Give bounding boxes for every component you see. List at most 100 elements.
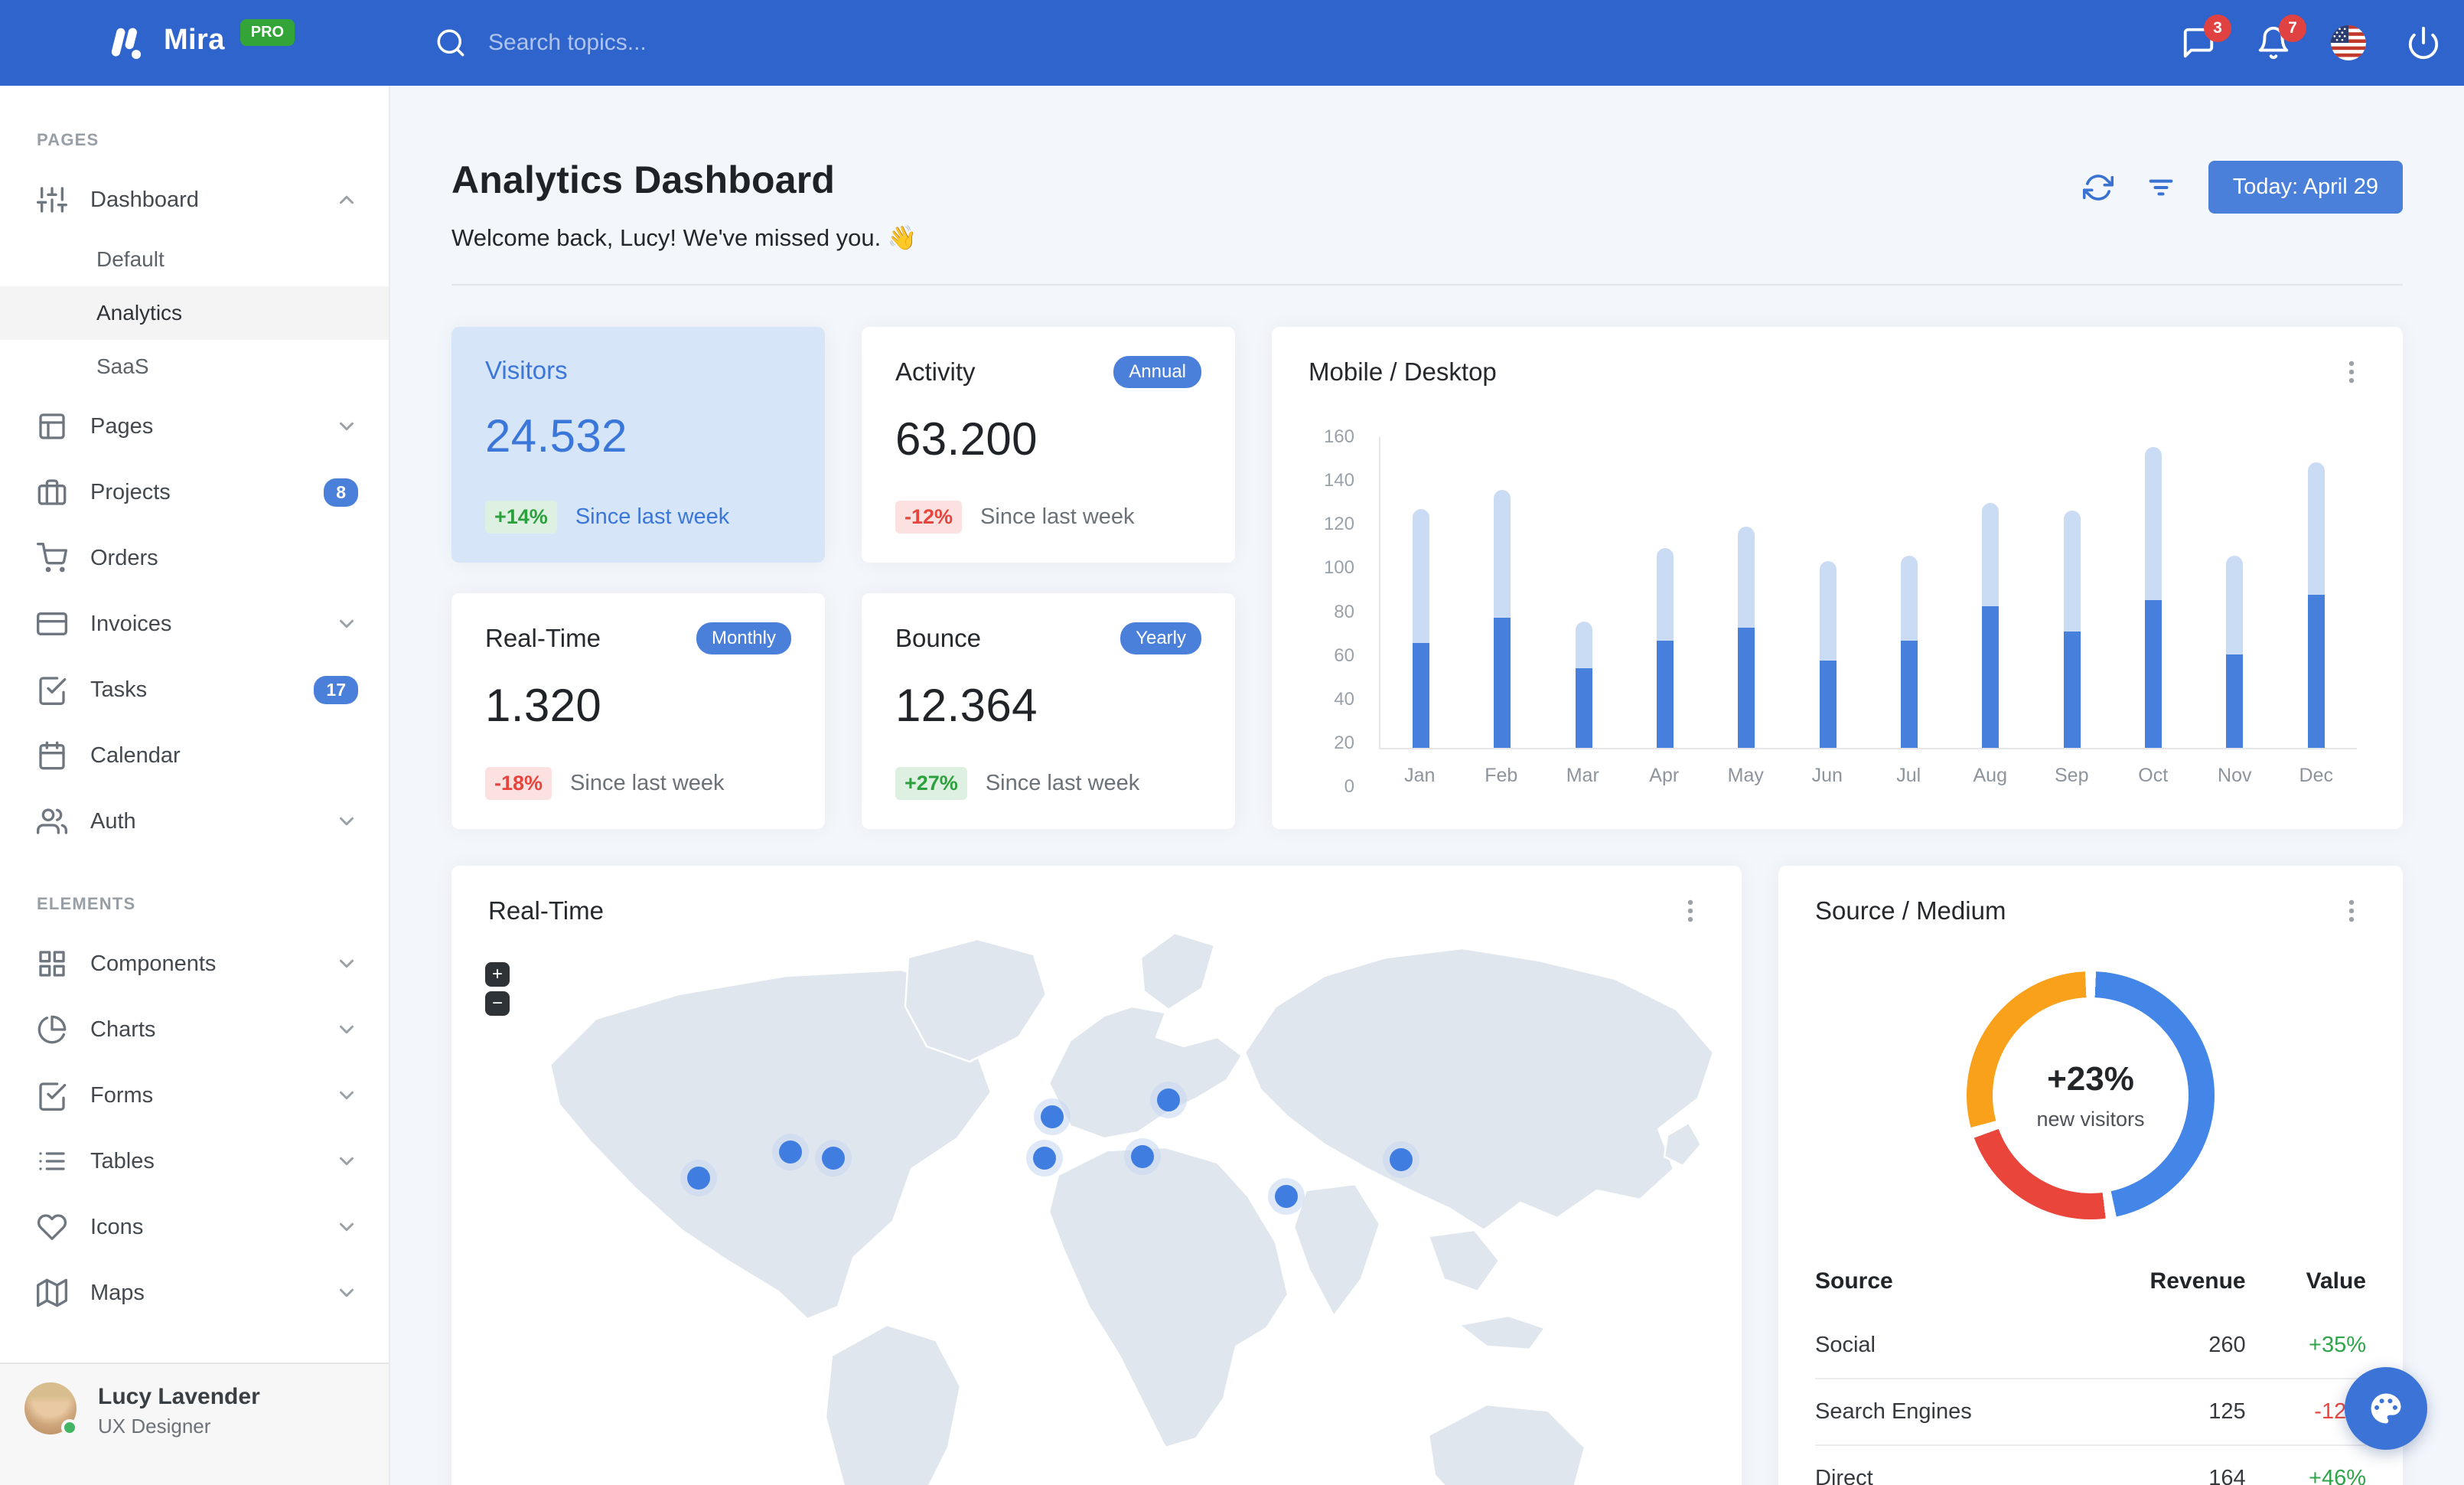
messages-button[interactable]: 3 bbox=[2181, 15, 2231, 60]
zoom-out-button[interactable]: − bbox=[485, 991, 510, 1016]
stat-value: 12.364 bbox=[895, 680, 1038, 731]
sidebar-item-projects[interactable]: Projects 8 bbox=[0, 459, 389, 525]
stat-delta-badge: +14% bbox=[485, 501, 557, 534]
map-landmass bbox=[549, 932, 1715, 1485]
bar-chart-x-axis: Jan Feb Mar Apr May Jun Jul Aug Sep Oct Nov Dec bbox=[1404, 765, 2333, 786]
sidebar-item-components[interactable]: Components bbox=[0, 931, 389, 997]
date-range-button[interactable]: Today: April 29 bbox=[2208, 161, 2403, 214]
user-role: UX Designer bbox=[98, 1415, 211, 1438]
sidebar-user-footer[interactable]: Lucy Lavender UX Designer bbox=[0, 1363, 389, 1485]
sidebar-item-tasks[interactable]: Tasks 17 bbox=[0, 657, 389, 723]
more-vertical-icon[interactable] bbox=[1676, 896, 1705, 925]
stat-value: 1.320 bbox=[485, 680, 602, 731]
credit-card-icon bbox=[37, 612, 67, 635]
table-row[interactable]: Social 260 +35% bbox=[1815, 1313, 2366, 1379]
sidebar-item-tables[interactable]: Tables bbox=[0, 1128, 389, 1194]
stat-title: Real-Time bbox=[485, 624, 601, 652]
layout-icon bbox=[39, 413, 65, 439]
chevron-down-icon bbox=[340, 422, 354, 431]
filter-icon[interactable] bbox=[2146, 172, 2176, 203]
realtime-stat-card: Real-Time Monthly 1.320 -18% Since last … bbox=[451, 593, 825, 829]
sidebar-item-auth[interactable]: Auth bbox=[0, 788, 389, 854]
sidebar-item-label: Orders bbox=[90, 545, 158, 570]
check-square-icon bbox=[39, 677, 67, 705]
source-table: Source Revenue Value Social 260 +35% Sea… bbox=[1815, 1256, 2366, 1485]
sidebar-subitem-default[interactable]: Default bbox=[0, 233, 389, 286]
column-header-value: Value bbox=[2306, 1268, 2366, 1294]
cell-source: Search Engines bbox=[1815, 1378, 2074, 1445]
more-vertical-icon[interactable] bbox=[2337, 357, 2366, 387]
projects-count-badge: 8 bbox=[324, 478, 358, 507]
stat-delta-badge: +27% bbox=[895, 767, 967, 800]
pro-badge: PRO bbox=[240, 19, 295, 46]
sidebar-item-label: Projects bbox=[90, 479, 171, 504]
brand[interactable]: Mira PRO bbox=[103, 19, 390, 67]
stat-title: Bounce bbox=[895, 624, 981, 652]
sidebar-item-label: Components bbox=[90, 951, 217, 976]
stat-caption: Since last week bbox=[570, 771, 725, 795]
tasks-count-badge: 17 bbox=[314, 675, 358, 704]
chart-title: Mobile / Desktop bbox=[1309, 357, 1497, 386]
sidebar: PAGES Dashboard Default Analytics SaaS P… bbox=[0, 86, 390, 1485]
stat-delta-badge: -18% bbox=[485, 767, 552, 800]
sidebar-item-label: Calendar bbox=[90, 742, 181, 768]
sidebar-item-calendar[interactable]: Calendar bbox=[0, 723, 389, 788]
us-flag-icon bbox=[2331, 25, 2366, 60]
bounce-stat-card: Bounce Yearly 12.364 +27% Since last wee… bbox=[862, 593, 1235, 829]
world-map[interactable] bbox=[451, 866, 1742, 1485]
sidebar-item-icons[interactable]: Icons bbox=[0, 1194, 389, 1260]
analytics-dashboard-app: Mira PRO 3 7 bbox=[0, 0, 2464, 1485]
sidebar-item-orders[interactable]: Orders bbox=[0, 525, 389, 591]
online-status-dot bbox=[61, 1419, 78, 1436]
language-flag-button[interactable] bbox=[2331, 25, 2366, 60]
map-title: Real-Time bbox=[488, 896, 604, 925]
bar-chart: 0 20 40 60 80 100 120 140 160 Jan Feb Mar Apr May Jun… bbox=[1324, 426, 2357, 797]
cell-revenue: 260 bbox=[2208, 1333, 2246, 1357]
mobile-desktop-chart-card: Mobile / Desktop 0 20 40 60 80 100 120 140 160 J… bbox=[1272, 327, 2403, 829]
sidebar-item-invoices[interactable]: Invoices bbox=[0, 591, 389, 657]
sidebar-item-pages[interactable]: Pages bbox=[0, 393, 389, 459]
page-title: Analytics Dashboard bbox=[451, 158, 836, 201]
sidebar-item-maps[interactable]: Maps bbox=[0, 1260, 389, 1326]
sidebar-item-label: Auth bbox=[90, 808, 136, 834]
period-badge[interactable]: Annual bbox=[1113, 356, 1201, 388]
sidebar-section-elements: ELEMENTS bbox=[37, 894, 136, 913]
theme-settings-fab[interactable] bbox=[2345, 1367, 2427, 1450]
realtime-map-card: Real-Time + − bbox=[451, 866, 1742, 1485]
visitors-stat-card: Visitors 24.532 +14% Since last week bbox=[451, 327, 825, 563]
period-badge[interactable]: Yearly bbox=[1120, 622, 1201, 654]
bar-chart-y-axis: 0 20 40 60 80 100 120 140 160 bbox=[1323, 426, 1354, 797]
sidebar-item-label: Tables bbox=[90, 1148, 155, 1173]
more-vertical-icon[interactable] bbox=[2337, 896, 2366, 925]
welcome-message: Welcome back, Lucy! We've missed you. 👋 bbox=[451, 224, 917, 251]
sidebar-item-forms[interactable]: Forms bbox=[0, 1062, 389, 1128]
sidebar-item-charts[interactable]: Charts bbox=[0, 997, 389, 1062]
avatar bbox=[24, 1382, 78, 1436]
chevron-down-icon bbox=[340, 1157, 354, 1166]
cell-revenue: 164 bbox=[2073, 1444, 2267, 1485]
top-navbar: Mira PRO 3 7 bbox=[0, 0, 2464, 86]
sidebar-item-dashboard[interactable]: Dashboard bbox=[0, 167, 389, 233]
stat-title: Activity bbox=[895, 357, 976, 386]
grid-icon bbox=[39, 951, 65, 977]
period-badge[interactable]: Monthly bbox=[696, 622, 791, 654]
stats-grid: Visitors 24.532 +14% Since last week Act… bbox=[451, 327, 2403, 829]
column-header-revenue: Revenue bbox=[2149, 1268, 2246, 1294]
stat-caption: Since last week bbox=[575, 504, 730, 529]
table-row[interactable]: Search Engines 125 -12% bbox=[1815, 1378, 2366, 1445]
cell-value: +46% bbox=[2267, 1444, 2366, 1485]
cell-source: Direct bbox=[1815, 1444, 2074, 1485]
bottom-grid: Real-Time + − Source / Medium +23% new v… bbox=[451, 866, 2403, 1485]
sliders-icon bbox=[37, 187, 67, 213]
header-actions: Today: April 29 bbox=[2082, 161, 2403, 214]
table-row[interactable]: Direct 164 +46% bbox=[1815, 1444, 2366, 1485]
sidebar-subitem-analytics[interactable]: Analytics bbox=[0, 286, 389, 340]
sidebar-item-label: Charts bbox=[90, 1017, 156, 1042]
logout-button[interactable] bbox=[2406, 25, 2441, 60]
notifications-button[interactable]: 7 bbox=[2256, 15, 2306, 60]
zoom-in-button[interactable]: + bbox=[485, 962, 510, 987]
search-input[interactable] bbox=[488, 30, 886, 56]
sidebar-subitem-saas[interactable]: SaaS bbox=[0, 340, 389, 393]
refresh-icon[interactable] bbox=[2082, 172, 2114, 203]
list-icon bbox=[39, 1152, 65, 1170]
